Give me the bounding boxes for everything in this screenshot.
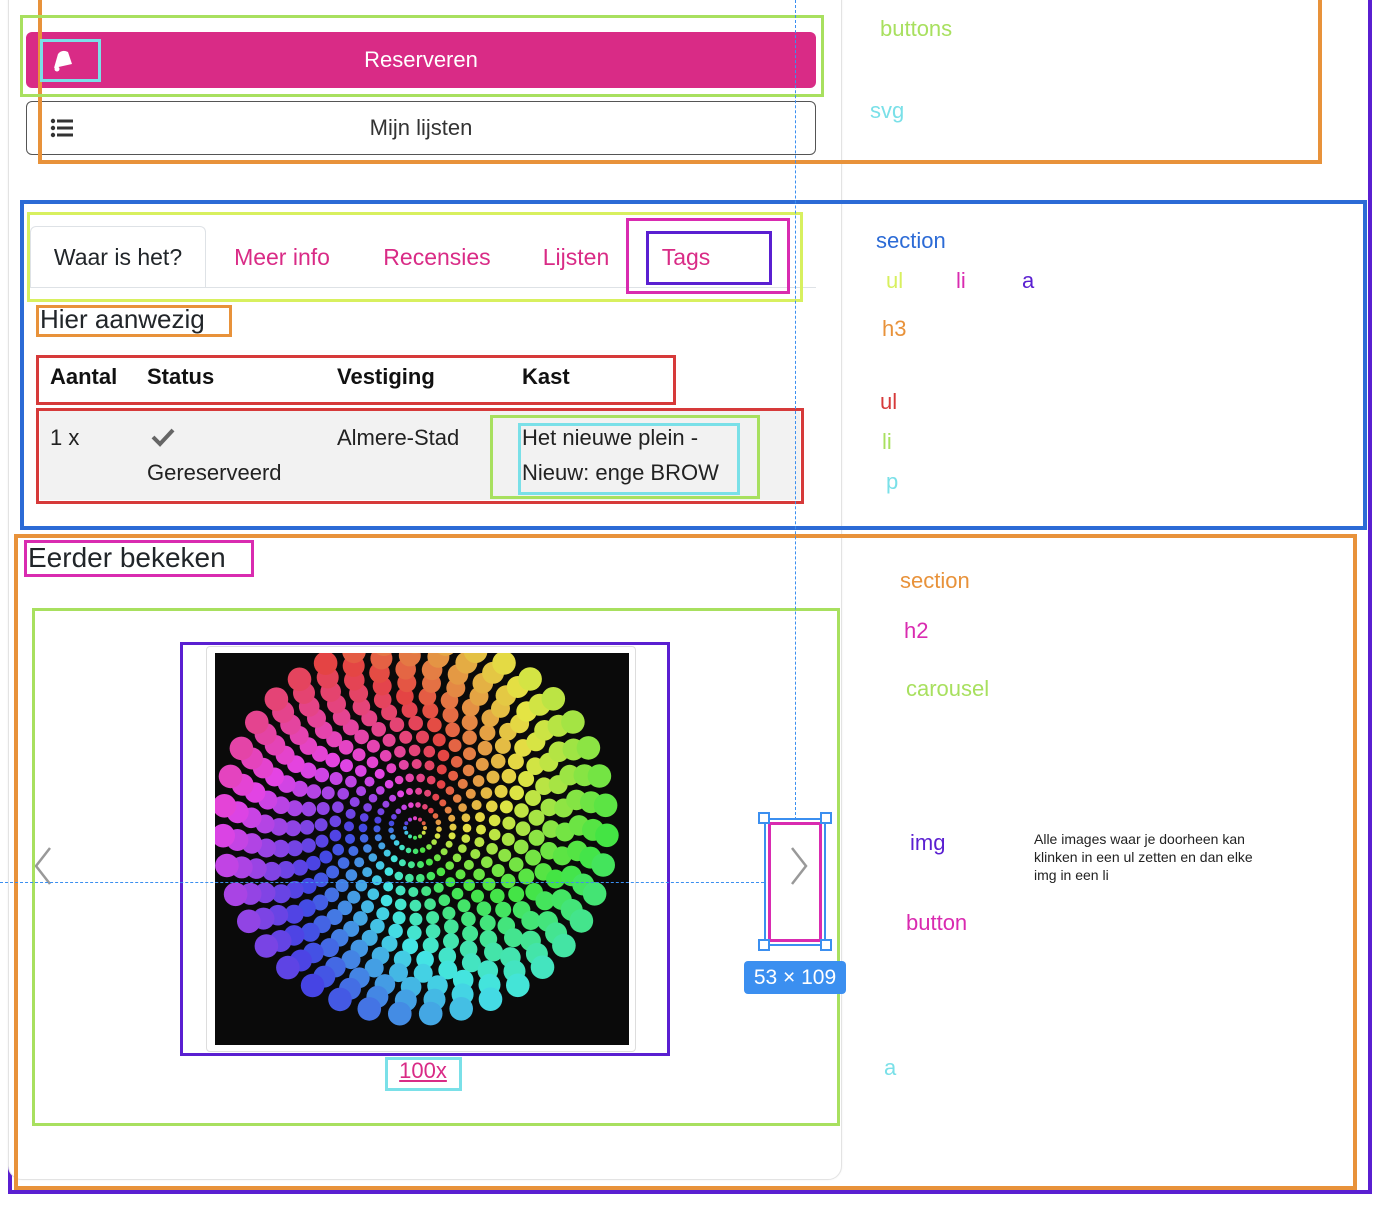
label-h2: h2 [904,618,929,643]
label-a: a [1022,268,1035,293]
label-h3: h3 [882,316,907,341]
h3-annotation-box [36,305,232,337]
resize-handle-tr[interactable] [820,812,832,824]
h2-annotation-box [24,540,254,577]
label-svg: svg [870,98,905,123]
label-button: button [906,910,968,935]
resize-handle-tl[interactable] [758,812,770,824]
reserve-button-annotation-box [20,15,824,97]
label-li-2: li [882,429,892,454]
annotation-note: Alle images waar je doorheen kan klinken… [1034,831,1253,883]
svg-annotation-box [40,39,101,82]
ul-header-annotation-box [36,355,676,405]
button-annotation-box [768,822,822,942]
resize-handle-bl[interactable] [758,939,770,951]
measure-guide-horizontal [0,882,764,883]
p-annotation-box [518,423,740,495]
measure-guide-vertical [795,0,796,820]
resize-handle-br[interactable] [820,939,832,951]
label-img: img [910,830,946,855]
label-buttons: buttons [880,16,953,41]
label-section: section [876,228,946,253]
tab-a-annotation-box [646,231,772,285]
dimension-badge: 53 × 109 [744,961,846,994]
label-a-2: a [884,1055,897,1080]
label-section-2: section [900,568,970,593]
label-ul-2: ul [880,389,898,414]
img-annotation-box [180,642,670,1056]
label-carousel: carousel [906,676,990,701]
label-p: p [886,469,899,494]
label-li: li [956,268,966,293]
a-annotation-box [385,1057,462,1091]
label-ul: ul [886,268,904,293]
